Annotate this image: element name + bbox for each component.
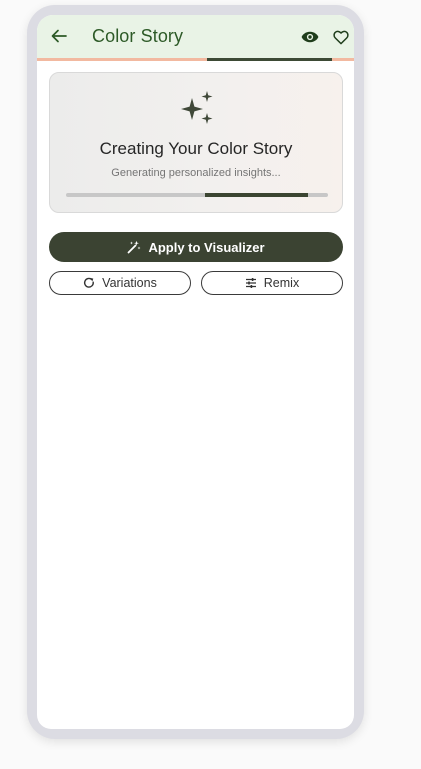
remix-button[interactable]: Remix bbox=[201, 271, 343, 295]
app-bar: Color Story bbox=[37, 15, 354, 58]
variations-button-label: Variations bbox=[102, 276, 157, 290]
card-subtitle: Generating personalized insights... bbox=[111, 167, 281, 179]
magic-wand-icon bbox=[127, 240, 141, 254]
app-screen: Color Story Creating Your Color Story Ge… bbox=[37, 15, 354, 729]
sparkles-icon bbox=[181, 91, 213, 124]
color-story-card: Creating Your Color Story Generating per… bbox=[49, 72, 343, 213]
apply-to-visualizer-button[interactable]: Apply to Visualizer bbox=[49, 232, 343, 262]
card-title: Creating Your Color Story bbox=[99, 139, 293, 158]
preview-button[interactable] bbox=[300, 27, 320, 47]
loading-progress-bar bbox=[37, 58, 354, 61]
loading-progress-indicator bbox=[207, 58, 332, 61]
favorite-button[interactable] bbox=[331, 27, 351, 47]
page-title: Color Story bbox=[92, 26, 184, 46]
card-progress-bar bbox=[66, 193, 328, 197]
card-progress-indicator bbox=[205, 193, 308, 197]
apply-button-label: Apply to Visualizer bbox=[148, 239, 265, 255]
remix-button-label: Remix bbox=[263, 276, 300, 290]
heart-outline-icon bbox=[333, 30, 349, 44]
arrow-left-icon bbox=[51, 29, 67, 43]
eye-icon bbox=[301, 31, 319, 43]
variations-button[interactable]: Variations bbox=[49, 271, 191, 295]
tune-icon bbox=[245, 277, 257, 289]
back-button[interactable] bbox=[49, 25, 69, 47]
phone-frame: Color Story Creating Your Color Story Ge… bbox=[27, 5, 364, 739]
refresh-icon bbox=[83, 277, 95, 289]
